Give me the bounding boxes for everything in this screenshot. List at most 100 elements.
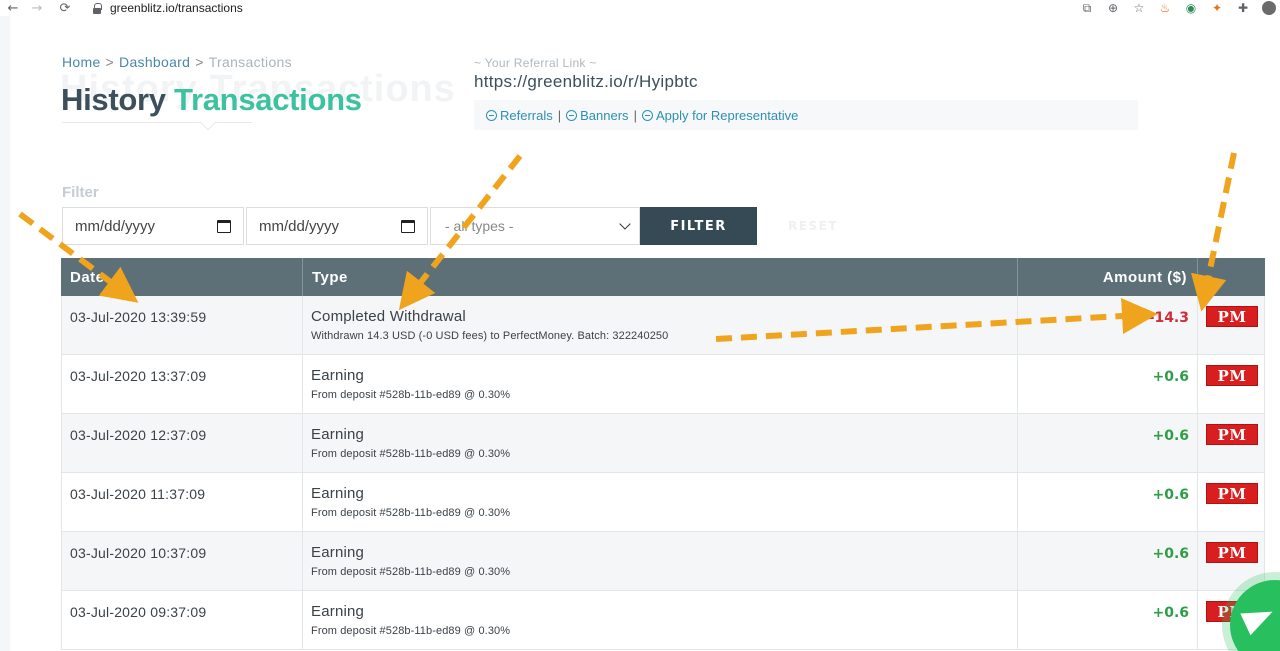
table-row: 03-Jul-2020 13:39:59 Completed Withdrawa… [61,296,1265,355]
type-select[interactable]: - all types - [430,207,640,245]
row-date: 03-Jul-2020 09:37:09 [62,591,303,650]
row-type-cell: Earning From deposit #528b-11b-ed89 @ 0.… [303,473,1018,532]
circle-minus-icon [566,109,578,121]
address-bar[interactable]: greenblitz.io/transactions [92,0,1052,16]
row-detail: From deposit #528b-11b-ed89 @ 0.30% [311,566,511,578]
row-date: 03-Jul-2020 13:39:59 [62,296,303,355]
link-separator: | [633,107,637,123]
row-type: Earning [311,544,365,561]
link-separator: | [557,107,562,123]
date-from-input[interactable]: mm/dd/yyyy [62,207,244,245]
arrow-left-icon[interactable]: ← [4,0,22,16]
apply-representative-link[interactable]: Apply for Representative [641,107,799,123]
date-to-placeholder: mm/dd/yyyy [259,217,340,235]
filter-label: Filter [62,184,99,201]
row-processor-cell: PM [1198,473,1265,532]
referral-links-bar: Referrals | Banners | Apply for Represen… [474,100,1138,130]
calendar-icon[interactable] [401,219,415,233]
zoom-icon[interactable]: ⊕ [1106,1,1120,15]
table-row: 03-Jul-2020 12:37:09 Earning From deposi… [61,414,1265,473]
perfectmoney-logo-icon: PM [1206,483,1258,504]
referrals-link-label: Referrals [500,107,553,123]
row-processor-cell: PM [1198,532,1265,591]
row-date: 03-Jul-2020 10:37:09 [62,532,303,591]
globe-extension-icon[interactable]: ◉ [1184,1,1198,15]
row-amount: +0.6 [1018,355,1198,414]
row-type: Earning [311,426,365,443]
table-row: 03-Jul-2020 09:37:09 Earning From deposi… [61,591,1265,650]
url-text: greenblitz.io/transactions [110,1,243,15]
row-amount: -14.3 [1018,296,1198,355]
referral-url[interactable]: https://greenblitz.io/r/Hyipbtc [474,72,698,92]
row-processor-cell: PM [1198,414,1265,473]
row-detail: From deposit #528b-11b-ed89 @ 0.30% [311,625,511,637]
fire-extension-icon[interactable]: ♨ [1158,1,1172,15]
table-header: Date Type Amount ($) [61,258,1265,296]
reload-icon[interactable]: ⟳ [56,0,74,16]
row-type-cell: Earning From deposit #528b-11b-ed89 @ 0.… [303,532,1018,591]
perfectmoney-logo-icon: PM [1206,424,1258,445]
column-header-type: Type [303,258,1018,296]
metamask-fox-icon[interactable]: ✦ [1210,1,1224,15]
row-amount: +0.6 [1018,473,1198,532]
page-title-part2: Transactions [174,82,362,117]
browser-toolbar: ← → ⟳ greenblitz.io/transactions ⧉ ⊕ ☆ ♨… [0,0,1280,16]
row-type-cell: Earning From deposit #528b-11b-ed89 @ 0.… [303,591,1018,650]
row-detail: From deposit #528b-11b-ed89 @ 0.30% [311,448,511,460]
table-row: 03-Jul-2020 10:37:09 Earning From deposi… [61,532,1265,591]
title-divider [62,122,252,123]
date-from-placeholder: mm/dd/yyyy [75,217,156,235]
apply-representative-link-label: Apply for Representative [655,107,799,123]
sidebar-strip [0,16,10,651]
row-type: Completed Withdrawal [311,308,466,325]
row-type-cell: Earning From deposit #528b-11b-ed89 @ 0.… [303,414,1018,473]
banners-link[interactable]: Banners [566,107,629,123]
browser-extension-icons: ⧉ ⊕ ☆ ♨ ◉ ✦ ✚ [1080,0,1280,16]
row-processor-cell: PM [1198,296,1265,355]
translate-icon[interactable]: ⧉ [1080,1,1094,15]
perfectmoney-logo-icon: PM [1206,542,1258,563]
perfectmoney-logo-icon: PM [1206,365,1258,386]
row-detail: From deposit #528b-11b-ed89 @ 0.30% [311,389,511,401]
row-amount: +0.6 [1018,532,1198,591]
column-header-date: Date [61,258,303,296]
banners-link-label: Banners [580,107,629,123]
filter-button[interactable]: FILTER [640,207,757,245]
row-processor-cell: PM [1198,355,1265,414]
star-icon[interactable]: ☆ [1132,1,1146,15]
row-detail: From deposit #528b-11b-ed89 @ 0.30% [311,507,511,519]
row-detail: Withdrawn 14.3 USD (-0 USD fees) to Perf… [311,330,669,342]
arrow-right-icon[interactable]: → [28,0,46,16]
table-row: 03-Jul-2020 13:37:09 Earning From deposi… [61,355,1265,414]
profile-avatar[interactable] [1262,1,1276,15]
calendar-icon[interactable] [217,219,231,233]
telegram-paper-plane-icon [1240,600,1278,636]
page-title: History Transactions [61,82,362,118]
row-date: 03-Jul-2020 12:37:09 [62,414,303,473]
row-date: 03-Jul-2020 11:37:09 [62,473,303,532]
transactions-table: Date Type Amount ($) 03-Jul-2020 13:39:5… [61,258,1265,650]
row-amount: +0.6 [1018,591,1198,650]
page-title-part1: History [61,82,166,117]
type-select-value: - all types - [445,218,514,234]
chevron-down-icon [619,218,631,230]
referrals-link[interactable]: Referrals [486,108,553,123]
row-type: Earning [311,603,365,620]
row-type: Earning [311,367,365,384]
circle-minus-icon [486,109,497,121]
column-header-amount: Amount ($) [1018,258,1198,296]
puzzle-extensions-icon[interactable]: ✚ [1236,1,1250,15]
row-date: 03-Jul-2020 13:37:09 [62,355,303,414]
date-to-input[interactable]: mm/dd/yyyy [246,207,428,245]
table-row: 03-Jul-2020 11:37:09 Earning From deposi… [61,473,1265,532]
circle-minus-icon [641,109,653,121]
row-amount: +0.6 [1018,414,1198,473]
row-type: Earning [311,485,365,502]
referral-label: ~ Your Referral Link ~ [474,56,597,70]
row-type-cell: Completed Withdrawal Withdrawn 14.3 USD … [303,296,1018,355]
reset-button[interactable]: RESET [770,207,856,245]
column-header-processor [1198,258,1265,296]
row-type-cell: Earning From deposit #528b-11b-ed89 @ 0.… [303,355,1018,414]
perfectmoney-logo-icon: PM [1206,306,1258,327]
lock-icon [92,2,102,14]
